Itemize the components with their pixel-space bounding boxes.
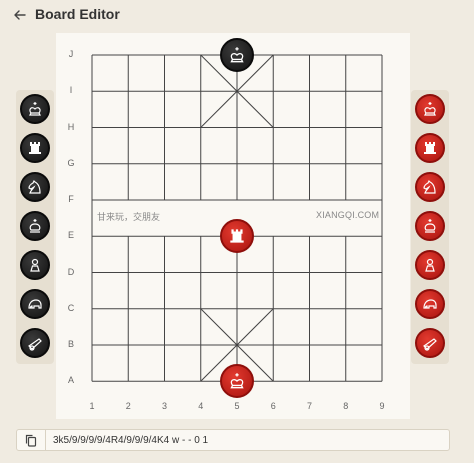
column-label: 7 [306,401,312,411]
pawn-icon [30,258,40,272]
row-label: F [68,194,74,204]
page-title: Board Editor [35,6,120,22]
advisor-icon [29,219,41,233]
board-piece-red-general[interactable] [220,364,254,399]
copy-icon [25,434,37,447]
palette-red-advisor[interactable] [415,211,445,241]
palette-red-pawn[interactable] [415,250,445,280]
palette-black-king[interactable] [20,94,50,124]
palette-black-knight[interactable] [20,172,50,202]
column-label: 5 [234,401,240,411]
arrow-left-icon [14,10,26,20]
river-text-right: XIANGQI.COM [316,210,380,220]
palette-black-elephant[interactable] [20,289,50,319]
rook-icon [29,142,41,154]
row-label: G [67,157,75,168]
row-label: I [69,85,73,96]
fen-input[interactable] [53,433,443,447]
column-label: 3 [161,401,167,411]
rook-icon [230,229,244,243]
pawn-icon [425,258,435,272]
row-label: H [67,121,75,132]
elephant-icon [28,299,42,309]
cannon-icon [423,338,437,351]
board-piece-red-rook[interactable] [220,219,254,254]
column-label: 6 [270,401,276,411]
rook-icon [424,142,436,154]
palette-black-rook[interactable] [20,133,50,163]
row-label: D [67,266,75,277]
header: Board Editor [0,0,474,30]
palette-red-king[interactable] [415,94,445,124]
row-label: E [67,230,74,241]
king-icon [230,373,244,389]
palette-black-pawn[interactable] [20,250,50,280]
palette-red-elephant[interactable] [415,289,445,319]
knight-icon [423,179,436,194]
king-icon [230,47,244,63]
row-label: C [67,302,75,313]
row-label: A [67,375,74,386]
palette-red-knight[interactable] [415,172,445,202]
column-label: 9 [379,401,385,411]
board-piece-black-general[interactable] [220,38,254,72]
cannon-icon [28,338,42,351]
palette-black-advisor[interactable] [20,211,50,241]
column-label: 8 [343,401,349,411]
palette-black-cannon[interactable] [20,328,50,358]
river-text-left: 甘来玩，交朋友 [97,212,161,222]
advisor-icon [424,219,436,233]
column-label: 2 [125,401,131,411]
red-piece-palette [411,90,449,364]
copy-fen-button[interactable] [17,430,46,450]
elephant-icon [423,299,437,309]
back-button[interactable] [11,6,29,24]
row-label: J [68,49,74,59]
king-icon [424,102,436,116]
palette-red-cannon[interactable] [415,328,445,358]
column-label: 1 [89,401,95,411]
king-icon [29,102,41,116]
black-piece-palette [16,90,54,364]
column-label: 4 [198,401,204,411]
fen-bar [16,429,450,451]
knight-icon [28,179,41,194]
palette-red-rook[interactable] [415,133,445,163]
row-label: B [67,339,74,349]
